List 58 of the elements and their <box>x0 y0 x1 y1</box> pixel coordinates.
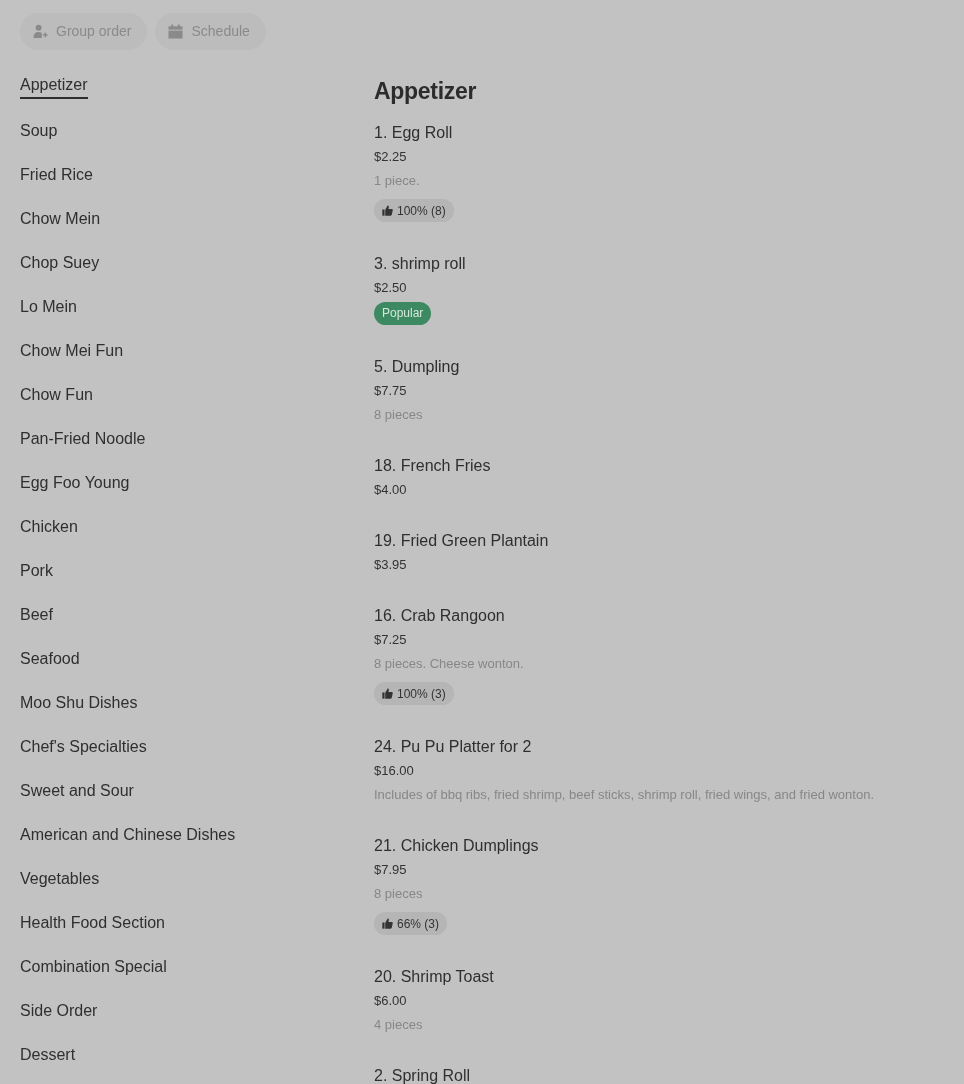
category-link[interactable]: Sweet and Sour <box>20 779 134 805</box>
category-link[interactable]: Lo Mein <box>20 295 77 321</box>
popular-badge: Popular <box>374 302 432 325</box>
item-name: 2. Spring Roll <box>374 1066 472 1084</box>
item-price: $4.00 <box>374 481 408 499</box>
item-price: $3.95 <box>374 556 408 574</box>
category-link[interactable]: Fried Rice <box>20 163 93 189</box>
rating-text: 100% (3) <box>397 685 446 703</box>
item-price: $7.25 <box>374 631 408 649</box>
category-link[interactable]: Dessert <box>20 1043 76 1069</box>
category-link[interactable]: Chef's Specialties <box>20 735 147 761</box>
item-price: $7.75 <box>374 382 408 400</box>
category-link[interactable]: Chop Suey <box>20 251 100 277</box>
category-link[interactable]: American and Chinese Dishes <box>20 823 236 849</box>
item-name: 5. Dumpling <box>374 357 461 377</box>
item-price: $7.95 <box>374 861 408 879</box>
item-description: 8 pieces. Cheese wonton. <box>374 655 525 673</box>
thumbs-up-icon <box>382 918 393 929</box>
category-link[interactable]: Chow Mein <box>20 207 101 233</box>
calendar-icon <box>168 24 184 39</box>
rating-text: 66% (3) <box>397 915 440 933</box>
person-plus-icon <box>33 24 48 39</box>
category-link[interactable]: Pork <box>20 559 53 585</box>
category-link[interactable]: Appetizer <box>20 73 88 99</box>
item-name: 20. Shrimp Toast <box>374 967 495 987</box>
item-price: $6.00 <box>374 992 408 1010</box>
item-name: 24. Pu Pu Platter for 2 <box>374 737 533 757</box>
item-description: 8 pieces <box>374 406 424 424</box>
item-name: 19. Fried Green Plantain <box>374 531 550 551</box>
item-name: 21. Chicken Dumplings <box>374 836 540 856</box>
category-link[interactable]: Seafood <box>20 647 80 673</box>
item-name: 3. shrimp roll <box>374 254 467 274</box>
thumbs-up-icon <box>382 688 393 699</box>
item-name: 1. Egg Roll <box>374 123 454 143</box>
category-link[interactable]: Health Food Section <box>20 911 165 937</box>
category-link[interactable]: Combination Special <box>20 955 167 981</box>
category-link[interactable]: Moo Shu Dishes <box>20 691 138 717</box>
item-price: $2.50 <box>374 279 408 297</box>
item-price: $2.25 <box>374 148 408 166</box>
thumbs-up-icon <box>382 205 393 216</box>
category-link[interactable]: Pan-Fried Noodle <box>20 427 146 453</box>
item-description: 1 piece. <box>374 172 421 190</box>
rating-text: 100% (8) <box>397 202 446 220</box>
item-description: Includes of bbq ribs, fried shrimp, beef sticks, shrimp roll, fried wings, and fried wonton. <box>374 786 875 804</box>
category-link[interactable]: Side Order <box>20 999 98 1025</box>
section-title: Appetizer <box>374 77 478 106</box>
category-link[interactable]: Chow Fun <box>20 383 93 409</box>
category-link[interactable]: Chicken <box>20 515 78 541</box>
item-price: $16.00 <box>374 762 415 780</box>
category-link[interactable]: Chow Mei Fun <box>20 339 124 365</box>
item-name: 18. French Fries <box>374 456 492 476</box>
category-link[interactable]: Vegetables <box>20 867 100 893</box>
category-link[interactable]: Soup <box>20 119 58 145</box>
item-description: 8 pieces <box>374 885 424 903</box>
item-description: 4 pieces <box>374 1016 424 1034</box>
category-link[interactable]: Egg Foo Young <box>20 471 130 497</box>
item-name: 16. Crab Rangoon <box>374 606 506 626</box>
category-link[interactable]: Beef <box>20 603 53 629</box>
